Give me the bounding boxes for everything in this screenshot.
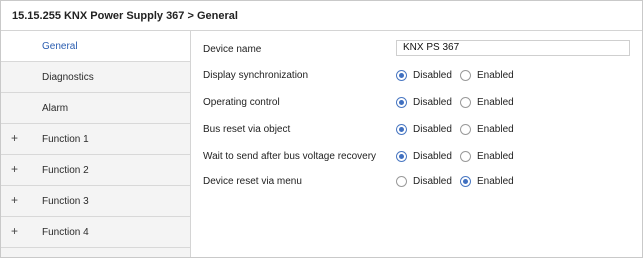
param-row-display-synchronization: Display synchronization Disabled Enabled (191, 63, 642, 87)
wait-to-send-disabled-radio[interactable]: Disabled (396, 150, 452, 162)
parameter-window: 15.15.255 KNX Power Supply 367 > General… (0, 0, 643, 258)
radio-selected-icon (396, 150, 407, 162)
expand-plus-icon[interactable]: + (10, 163, 19, 175)
device-name-field[interactable]: KNX PS 367 (396, 40, 630, 56)
sidebar-item-function-4[interactable]: + Function 4 (1, 217, 190, 248)
radio-label: Disabled (413, 175, 452, 187)
expand-plus-icon[interactable]: + (10, 132, 19, 144)
sidebar: General Diagnostics Alarm + Function 1 +… (1, 31, 191, 257)
radio-label: Disabled (413, 96, 452, 108)
sidebar-item-label: Function 3 (42, 195, 89, 207)
wait-to-send-enabled-radio[interactable]: Enabled (460, 150, 514, 162)
radio-selected-icon (396, 96, 407, 108)
parameter-panel: Device name KNX PS 367 Display synchroni… (191, 31, 642, 257)
bus-reset-disabled-radio[interactable]: Disabled (396, 123, 452, 135)
radio-label: Disabled (413, 150, 452, 162)
sidebar-item-label: General (42, 40, 78, 52)
device-reset-enabled-radio[interactable]: Enabled (460, 175, 514, 187)
sidebar-item-label: Function 1 (42, 133, 89, 145)
param-label: Device name (203, 43, 262, 55)
sidebar-item-alarm[interactable]: Alarm (1, 93, 190, 124)
param-label: Wait to send after bus voltage recovery (203, 150, 377, 162)
radio-label: Enabled (477, 123, 514, 135)
radio-label: Disabled (413, 69, 452, 81)
expand-plus-icon[interactable]: + (10, 225, 19, 237)
radio-unselected-icon (396, 175, 407, 187)
sidebar-item-label: Function 4 (42, 226, 89, 238)
radio-unselected-icon (460, 96, 471, 108)
device-reset-disabled-radio[interactable]: Disabled (396, 175, 452, 187)
param-row-bus-reset: Bus reset via object Disabled Enabled (191, 117, 642, 141)
param-row-wait-to-send: Wait to send after bus voltage recovery … (191, 144, 642, 168)
radio-unselected-icon (460, 150, 471, 162)
sidebar-item-diagnostics[interactable]: Diagnostics (1, 62, 190, 93)
radio-label: Disabled (413, 123, 452, 135)
param-row-operating-control: Operating control Disabled Enabled (191, 90, 642, 114)
sidebar-item-label: Alarm (42, 102, 69, 114)
sidebar-item-function-1[interactable]: + Function 1 (1, 124, 190, 155)
operating-control-disabled-radio[interactable]: Disabled (396, 96, 452, 108)
operating-control-enabled-radio[interactable]: Enabled (460, 96, 514, 108)
param-label: Bus reset via object (203, 123, 291, 135)
radio-selected-icon (396, 123, 407, 135)
sidebar-item-function-2[interactable]: + Function 2 (1, 155, 190, 186)
page-title: 15.15.255 KNX Power Supply 367 > General (12, 9, 238, 22)
sidebar-item-general[interactable]: General (1, 31, 190, 62)
display-sync-disabled-radio[interactable]: Disabled (396, 69, 452, 81)
param-label: Display synchronization (203, 69, 309, 81)
param-label: Device reset via menu (203, 175, 302, 187)
param-label: Operating control (203, 96, 280, 108)
radio-unselected-icon (460, 123, 471, 135)
radio-selected-icon (460, 175, 471, 187)
bus-reset-enabled-radio[interactable]: Enabled (460, 123, 514, 135)
sidebar-item-label: Function 2 (42, 164, 89, 176)
param-row-device-name: Device name KNX PS 367 (191, 37, 642, 61)
radio-label: Enabled (477, 96, 514, 108)
radio-label: Enabled (477, 150, 514, 162)
param-row-device-reset: Device reset via menu Disabled Enabled (191, 169, 642, 193)
title-bar: 15.15.255 KNX Power Supply 367 > General (1, 1, 642, 31)
expand-plus-icon[interactable]: + (10, 194, 19, 206)
sidebar-item-label: Diagnostics (42, 71, 94, 83)
radio-unselected-icon (460, 69, 471, 81)
radio-selected-icon (396, 69, 407, 81)
radio-label: Enabled (477, 175, 514, 187)
sidebar-item-function-3[interactable]: + Function 3 (1, 186, 190, 217)
radio-label: Enabled (477, 69, 514, 81)
display-sync-enabled-radio[interactable]: Enabled (460, 69, 514, 81)
